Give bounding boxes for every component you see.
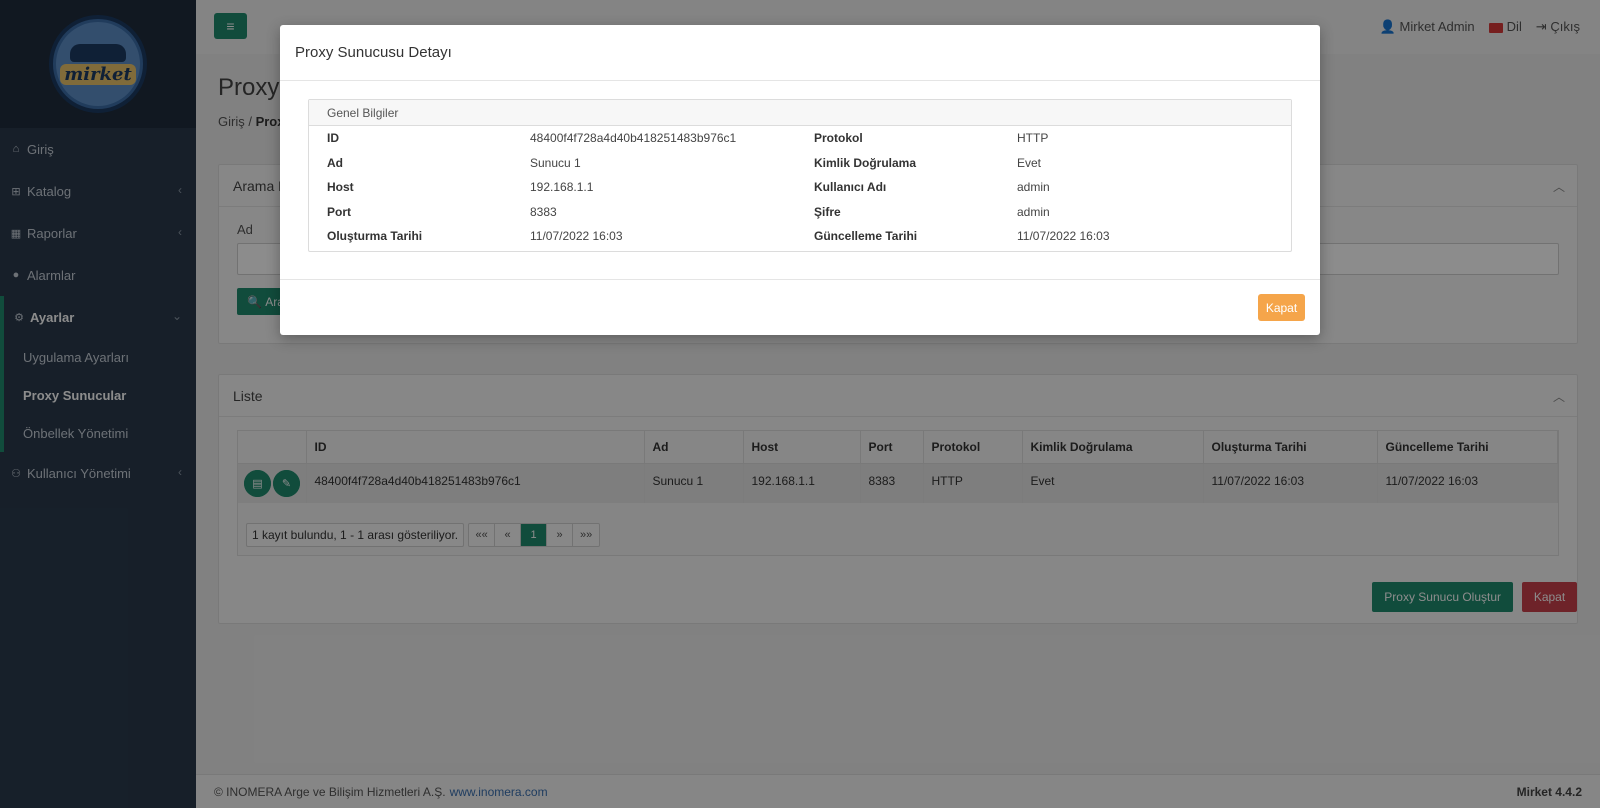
- detail-value: Sunucu 1: [530, 155, 581, 170]
- modal-close-button[interactable]: Kapat: [1258, 294, 1305, 321]
- detail-value: 11/07/2022 16:03: [530, 229, 623, 244]
- detail-key: Şifre: [814, 204, 841, 219]
- detail-key: Ad: [327, 155, 343, 170]
- detail-value: HTTP: [1017, 131, 1049, 146]
- card-title: Genel Bilgiler: [309, 100, 1291, 126]
- detail-key: ID: [327, 131, 339, 146]
- detail-key: Port: [327, 204, 351, 219]
- detail-value: 11/07/2022 16:03: [1017, 229, 1110, 244]
- detail-value: 192.168.1.1: [530, 180, 594, 195]
- detail-key: Host: [327, 180, 354, 195]
- general-info-card: Genel Bilgiler ID 48400f4f728a4d40b41825…: [308, 99, 1292, 252]
- detail-key: Oluşturma Tarihi: [327, 229, 423, 244]
- proxy-detail-modal: Proxy Sunucusu Detayı Genel Bilgiler ID …: [280, 25, 1320, 335]
- detail-value: Evet: [1017, 155, 1042, 170]
- detail-key: Kimlik Doğrulama: [814, 155, 917, 170]
- detail-value: admin: [1017, 180, 1050, 195]
- modal-footer: Kapat: [280, 279, 1320, 335]
- modal-title: Proxy Sunucusu Detayı: [280, 25, 1320, 81]
- detail-key: Protokol: [814, 131, 863, 146]
- detail-value: admin: [1017, 204, 1050, 219]
- detail-value: 48400f4f728a4d40b418251483b976c1: [530, 131, 737, 146]
- detail-grid: ID 48400f4f728a4d40b418251483b976c1 Prot…: [309, 126, 1291, 249]
- detail-key: Güncelleme Tarihi: [814, 229, 918, 244]
- detail-value: 8383: [530, 204, 557, 219]
- detail-key: Kullanıcı Adı: [814, 180, 887, 195]
